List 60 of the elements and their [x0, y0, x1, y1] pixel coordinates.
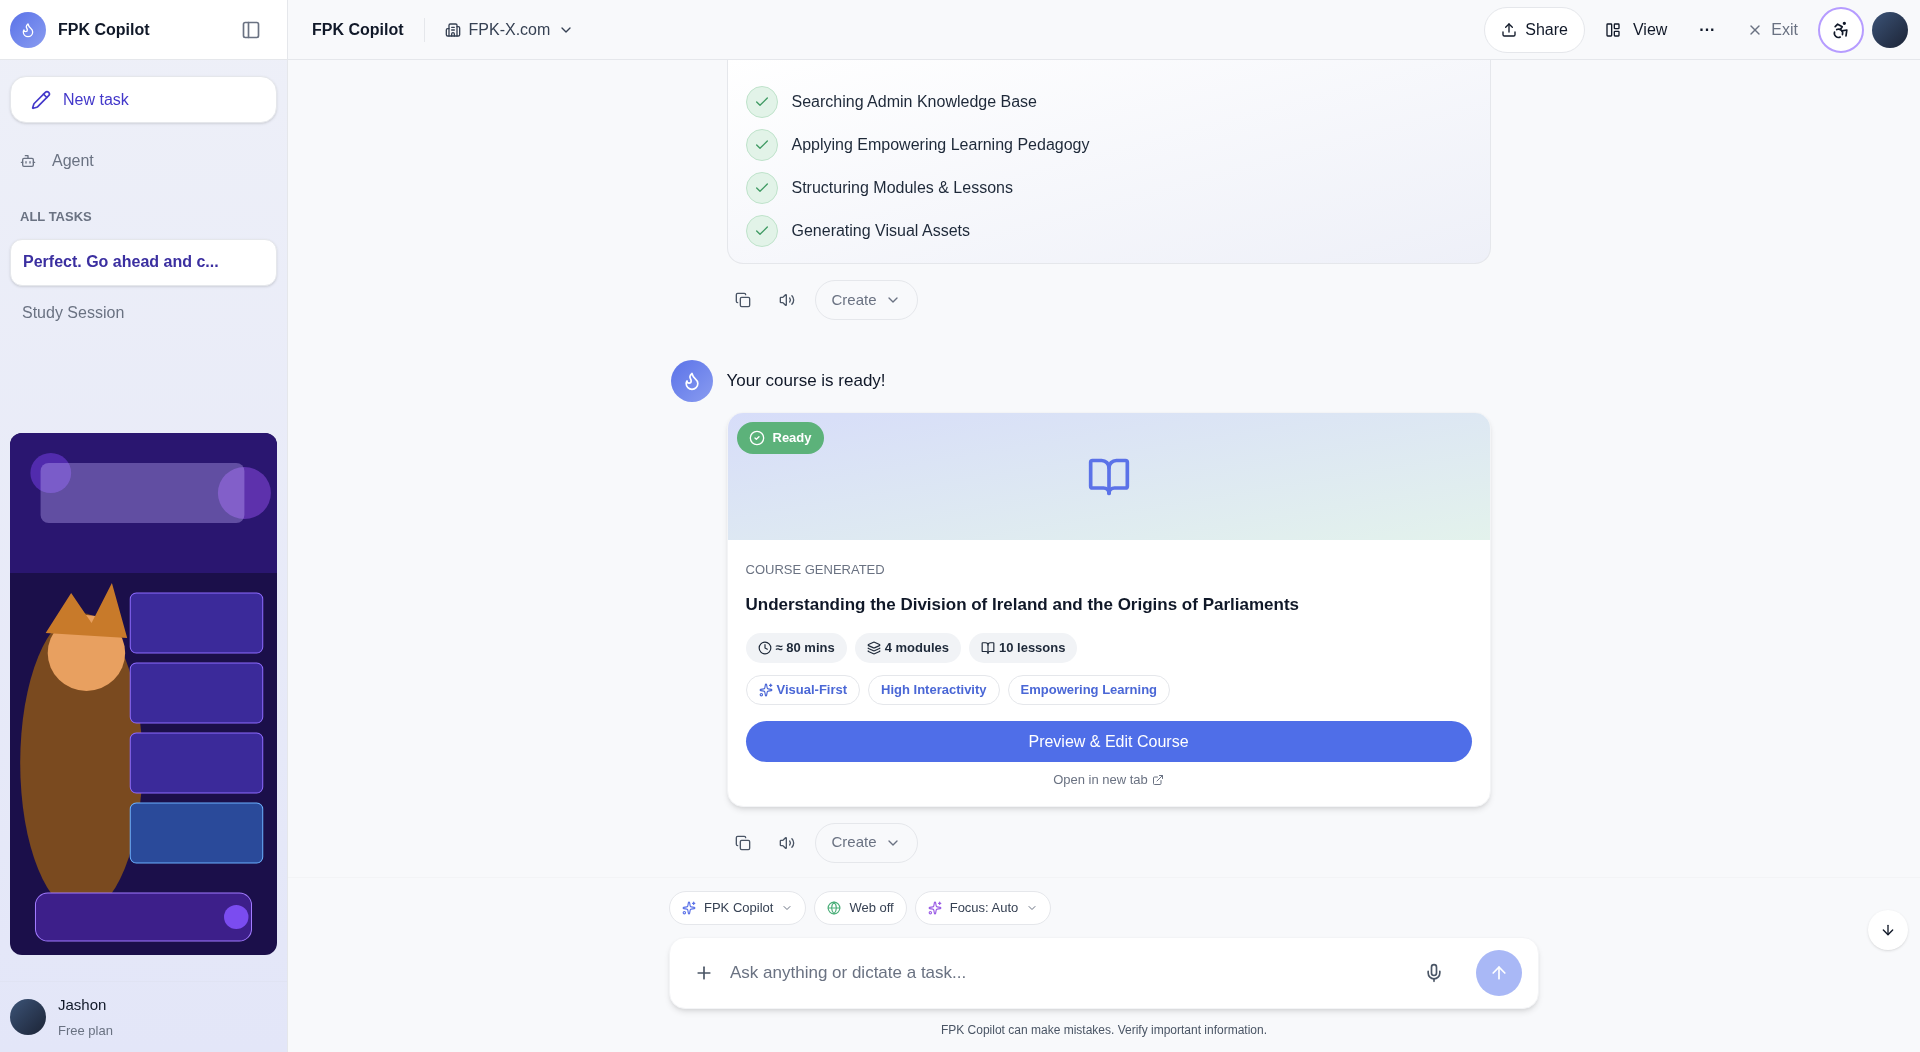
task-item[interactable]: Study Session [10, 289, 277, 337]
globe-icon [827, 901, 842, 915]
robot-icon [20, 153, 36, 169]
sparkle-icon [927, 901, 942, 915]
copy-icon [734, 292, 751, 308]
collapse-sidebar-button[interactable] [241, 19, 261, 40]
new-task-button[interactable]: New task [10, 76, 277, 123]
sparkle-icon [758, 683, 773, 697]
composer-chip[interactable]: FPK Copilot [669, 891, 807, 925]
section-title: ALL TASKS [19, 208, 93, 226]
open-new-tab-link[interactable]: Open in new tab [1053, 770, 1164, 790]
stat-chip: ≈ 80 mins [745, 633, 847, 663]
disclaimer: FPK Copilot can make mistakes. Verify important information. [940, 1022, 1268, 1039]
book-icon [980, 641, 995, 655]
status-badge: Ready [736, 422, 824, 454]
view-button[interactable]: View [1592, 6, 1680, 53]
step-label: Searching Admin Knowledge Base [791, 92, 1037, 112]
nav-item[interactable]: Agent [10, 141, 277, 181]
sparkle-icon [682, 901, 696, 915]
speaker-icon [778, 292, 795, 308]
copy-icon [734, 834, 751, 851]
message-text: Your course is ready! [726, 370, 886, 393]
speaker-icon [778, 834, 795, 851]
stat-chip: 10 lessons [968, 633, 1078, 663]
task-item[interactable]: Perfect. Go ahead and c... [10, 238, 277, 286]
external-link-icon [1151, 773, 1164, 786]
step-label: Applying Empowering Learning Pedagogy [791, 135, 1090, 155]
composer-chip[interactable]: Web off [814, 891, 907, 925]
assistant-avatar [670, 360, 713, 402]
prompt-input[interactable]: Ask anything or dictate a task... [730, 960, 1408, 986]
page-title: FPK Copilot [312, 17, 425, 42]
stat-chip: 4 modules [854, 633, 961, 663]
pencil-icon [31, 89, 51, 110]
layout-icon [1604, 21, 1621, 38]
clock-icon [757, 641, 772, 655]
preview-edit-button[interactable]: Preview & Edit Course [745, 721, 1472, 762]
logo-icon [10, 11, 46, 48]
workspace-selector[interactable]: FPK-X.com [444, 17, 575, 42]
microphone-icon [1424, 963, 1444, 983]
step-label: Generating Visual Assets [791, 221, 970, 241]
user-plan: Free plan [58, 1021, 113, 1040]
course-title: Understanding the Division of Ireland and the Origins of Parliaments [745, 593, 1301, 616]
scroll-down-button[interactable] [1868, 910, 1908, 950]
building-icon [444, 21, 461, 38]
user-avatar [10, 999, 46, 1035]
layers-icon [866, 641, 881, 655]
exit-button[interactable]: Exit [1735, 6, 1810, 53]
accessibility-icon [1831, 19, 1851, 40]
step-label: Structuring Modules & Lessons [791, 178, 1013, 198]
user-avatar [1872, 11, 1908, 48]
more-button[interactable]: ··· [1687, 6, 1728, 53]
app-name: FPK Copilot [58, 19, 151, 40]
composer-chip[interactable]: Focus: Auto [914, 891, 1052, 925]
composer-field[interactable]: Ask anything or dictate a task... [669, 937, 1539, 1009]
accessibility-button[interactable] [1818, 6, 1864, 53]
user-name: Jashon [58, 995, 108, 1015]
card-eyebrow: COURSE GENERATED [745, 561, 886, 579]
microphone-button[interactable] [1424, 963, 1444, 983]
share-icon [1501, 21, 1518, 38]
share-button[interactable]: Share [1484, 6, 1585, 53]
